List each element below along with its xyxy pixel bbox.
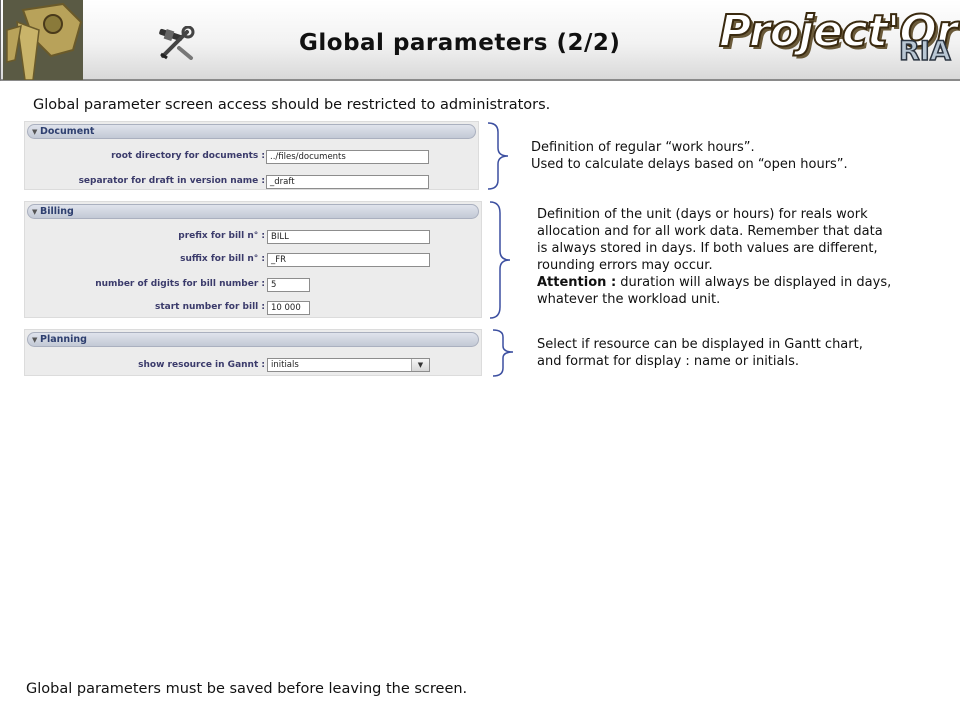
save-note: Global parameters must be saved before l… — [26, 681, 468, 697]
field-label: root directory for documents : — [111, 151, 265, 161]
gantt-resource-select[interactable]: initials ▼ — [267, 358, 430, 372]
field-label: separator for draft in version name : — [78, 176, 265, 186]
description-line: whatever the workload unit. — [537, 292, 721, 307]
planning-brace — [492, 329, 514, 377]
access-note: Global parameter screen access should be… — [33, 97, 551, 113]
gantt-resource-value: initials — [271, 360, 299, 370]
planning-description: Select if resource can be displayed in G… — [537, 336, 947, 370]
chevron-down-icon[interactable]: ▼ — [411, 359, 429, 371]
field-label: number of digits for bill number : — [95, 279, 265, 289]
description-line: Definition of regular “work hours”. — [531, 140, 755, 155]
collapse-triangle-icon: ▼ — [32, 208, 38, 216]
billing-row-suffix: suffix for bill n° : — [25, 253, 265, 267]
brand-logo: Project'Or RIA — [718, 5, 958, 76]
field-label: suffix for bill n° : — [180, 254, 265, 264]
document-panel-header[interactable]: ▼ Document — [27, 124, 476, 139]
attention-line: Attention : duration will always be disp… — [537, 274, 947, 291]
billing-panel: ▼ Billing prefix for bill n° : BILL suff… — [24, 201, 482, 318]
attention-label: Attention : — [537, 275, 617, 290]
billing-description: Definition of the unit (days or hours) f… — [537, 206, 947, 308]
billing-panel-header[interactable]: ▼ Billing — [27, 204, 479, 219]
document-panel: ▼ Document root directory for documents … — [24, 121, 479, 190]
field-label: prefix for bill n° : — [178, 231, 265, 241]
document-row-separator: separator for draft in version name : — [25, 175, 265, 189]
billing-brace — [489, 201, 511, 319]
description-line: Used to calculate delays based on “open … — [531, 157, 848, 172]
field-label: start number for bill : — [154, 302, 265, 312]
billing-row-start: start number for bill : — [25, 301, 265, 315]
description-line: and format for display : name or initial… — [537, 354, 799, 369]
description-line: allocation and for all work data. Rememb… — [537, 224, 883, 239]
slide-header: Global parameters (2/2) Project'Or RIA — [0, 0, 960, 81]
page-title: Global parameters (2/2) — [299, 30, 621, 56]
bill-prefix-input[interactable]: BILL — [267, 230, 430, 244]
description-line: rounding errors may occur. — [537, 258, 713, 273]
bill-start-number-input[interactable]: 10 000 — [267, 301, 310, 315]
tools-icon — [159, 26, 195, 60]
document-panel-title: Document — [40, 126, 95, 137]
bill-suffix-input[interactable]: _FR — [267, 253, 430, 267]
description-line: Definition of the unit (days or hours) f… — [537, 207, 868, 222]
document-description: Definition of regular “work hours”. Used… — [531, 139, 941, 173]
billing-panel-title: Billing — [40, 206, 74, 217]
camera-tripod-logo — [3, 0, 83, 80]
brand-sub-text: RIA — [898, 35, 951, 68]
document-row-root: root directory for documents : — [25, 150, 265, 164]
description-line: is always stored in days. If both values… — [537, 241, 878, 256]
collapse-triangle-icon: ▼ — [32, 128, 38, 136]
billing-row-prefix: prefix for bill n° : — [25, 230, 265, 244]
planning-panel-header[interactable]: ▼ Planning — [27, 332, 479, 347]
field-label: show resource in Gannt : — [138, 360, 265, 370]
collapse-triangle-icon: ▼ — [32, 336, 38, 344]
planning-row-gantt: show resource in Gannt : — [25, 359, 265, 373]
planning-panel-title: Planning — [40, 334, 87, 345]
draft-separator-input[interactable]: _draft — [266, 175, 429, 189]
attention-text: duration will always be displayed in day… — [616, 275, 892, 290]
bill-digits-input[interactable]: 5 — [267, 278, 310, 292]
root-directory-input[interactable]: ../files/documents — [266, 150, 429, 164]
billing-row-digits: number of digits for bill number : — [25, 278, 265, 292]
planning-panel: ▼ Planning show resource in Gannt : init… — [24, 329, 482, 376]
document-brace — [487, 122, 509, 190]
description-line: Select if resource can be displayed in G… — [537, 337, 863, 352]
